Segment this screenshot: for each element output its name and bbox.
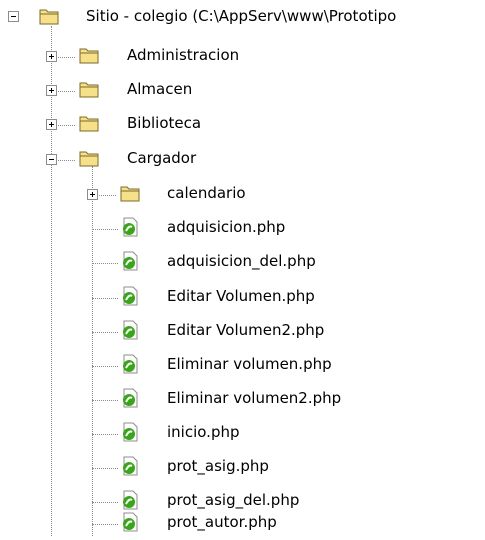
folder-icon <box>39 9 59 25</box>
tree-item-cargador[interactable]: Cargador <box>0 142 485 176</box>
tree-item-label: Editar Volumen2.php <box>167 321 325 339</box>
tree-item-label: Eliminar volumen.php <box>167 355 332 373</box>
collapse-toggle-icon[interactable] <box>46 154 57 165</box>
folder-icon <box>120 186 140 202</box>
php-file-icon <box>123 388 138 408</box>
expand-toggle-icon[interactable] <box>46 51 57 62</box>
expand-toggle-icon[interactable] <box>87 189 98 200</box>
tree-item-biblioteca[interactable]: Biblioteca <box>0 107 485 141</box>
tree-item-administracion[interactable]: Administracion <box>0 39 485 73</box>
tree-item-label: adquisicion.php <box>167 218 286 236</box>
tree-item-label: Administracion <box>127 46 240 64</box>
php-file-icon <box>123 512 138 532</box>
tree-item-file[interactable]: prot_autor.php <box>0 506 485 540</box>
tree-item-file[interactable]: Editar Volumen.php <box>0 280 485 314</box>
tree-item-label: Almacen <box>127 80 193 98</box>
php-file-icon <box>123 422 138 442</box>
tree-item-label: Biblioteca <box>127 114 202 132</box>
tree-item-label: Eliminar volumen2.php <box>167 389 342 407</box>
collapse-toggle-icon[interactable] <box>8 11 19 22</box>
folder-icon <box>79 116 99 132</box>
php-file-icon <box>123 286 138 306</box>
tree-item-file[interactable]: adquisicion.php <box>0 211 485 245</box>
php-file-icon <box>123 320 138 340</box>
tree-item-label: prot_asig.php <box>167 457 269 475</box>
expand-toggle-icon[interactable] <box>46 119 57 130</box>
tree-item-almacen[interactable]: Almacen <box>0 73 485 107</box>
tree-item-file[interactable]: inicio.php <box>0 416 485 450</box>
tree-item-file[interactable]: adquisicion_del.php <box>0 245 485 279</box>
expand-toggle-icon[interactable] <box>46 85 57 96</box>
tree-item-file[interactable]: Eliminar volumen.php <box>0 348 485 382</box>
php-file-icon <box>123 354 138 374</box>
tree-item-label: Sitio - colegio (C:\AppServ\www\Prototip… <box>86 7 397 25</box>
tree-item-label: inicio.php <box>167 423 240 441</box>
tree-item-file[interactable]: Eliminar volumen2.php <box>0 382 485 416</box>
file-tree: Sitio - colegio (C:\AppServ\www\Prototip… <box>0 0 485 536</box>
php-file-icon <box>123 251 138 271</box>
tree-item-label: Editar Volumen.php <box>167 287 315 305</box>
tree-item-label: prot_autor.php <box>167 513 277 531</box>
php-file-icon <box>123 217 138 237</box>
tree-item-file[interactable]: prot_asig.php <box>0 450 485 484</box>
tree-item-calendario[interactable]: calendario <box>0 177 485 211</box>
tree-item-label: calendario <box>167 184 246 202</box>
folder-icon <box>79 151 99 167</box>
tree-item-file[interactable]: Editar Volumen2.php <box>0 314 485 348</box>
tree-item-root[interactable]: Sitio - colegio (C:\AppServ\www\Prototip… <box>0 4 485 38</box>
folder-icon <box>79 48 99 64</box>
tree-item-label: adquisicion_del.php <box>167 252 316 270</box>
tree-item-label: Cargador <box>127 149 197 167</box>
php-file-icon <box>123 456 138 476</box>
folder-icon <box>79 82 99 98</box>
